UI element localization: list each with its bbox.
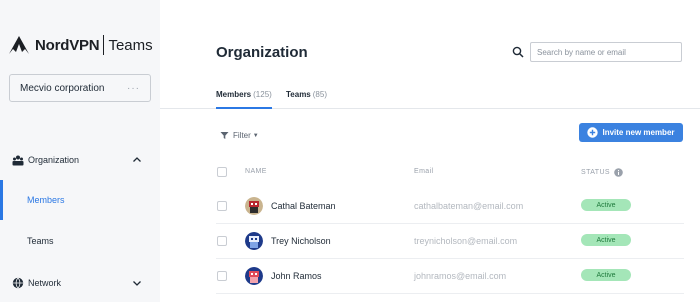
column-header-name[interactable]: NAME (245, 168, 267, 175)
column-header-email[interactable]: Email (414, 168, 434, 175)
organization-switcher[interactable]: Mecvio corporation ··· (9, 74, 151, 102)
brand-divider (103, 35, 105, 55)
member-name: John Ramos (271, 271, 322, 281)
column-header-status[interactable]: STATUS (581, 168, 623, 177)
status-badge: Active (581, 269, 631, 281)
sidebar: NordVPN Teams Mecvio corporation ··· Org… (0, 0, 160, 302)
organization-icon (12, 155, 24, 166)
filter-button[interactable]: Filter ▼ (220, 131, 259, 140)
nordvpn-logo-icon (9, 36, 29, 54)
tab-members[interactable]: Members (125) (216, 90, 272, 109)
row-checkbox[interactable] (217, 236, 227, 246)
organization-name: Mecvio corporation (20, 82, 105, 94)
brand[interactable]: NordVPN Teams (8, 34, 153, 56)
page-title: Organization (216, 44, 308, 61)
search-input[interactable] (530, 42, 682, 62)
member-name: Trey Nicholson (271, 236, 331, 246)
filter-icon (220, 132, 229, 139)
search-icon[interactable] (512, 46, 524, 58)
tab-label: Teams (286, 90, 311, 99)
brand-product: Teams (108, 36, 153, 54)
column-header-status-label: STATUS (581, 169, 610, 176)
select-all-checkbox[interactable] (217, 167, 227, 177)
invite-new-member-button[interactable]: Invite new member (579, 123, 683, 142)
avatar (245, 267, 263, 285)
table-row[interactable]: Trey Nicholson treynicholson@email.com A… (216, 224, 684, 259)
nav-group-label: Organization (28, 155, 80, 165)
info-icon[interactable] (614, 168, 623, 177)
status-badge: Active (581, 234, 631, 246)
filter-label: Filter (233, 131, 251, 140)
chevron-up-icon[interactable] (132, 155, 142, 165)
tab-count: (85) (312, 90, 327, 99)
invite-label: Invite new member (602, 128, 675, 137)
tab-count: (125) (253, 90, 272, 99)
network-icon (12, 277, 24, 289)
tab-teams[interactable]: Teams (85) (286, 90, 327, 109)
nav-group-organization[interactable]: Organization (12, 154, 142, 166)
nav-group-label: Network (28, 278, 62, 288)
sidebar-item-teams[interactable]: Teams (0, 221, 160, 261)
row-checkbox[interactable] (217, 201, 227, 211)
table-row[interactable]: John Ramos johnramos@email.com Active (216, 259, 684, 294)
member-name: Cathal Bateman (271, 201, 336, 211)
tab-label: Members (216, 90, 252, 99)
status-badge: Active (581, 199, 631, 211)
member-email: johnramos@email.com (414, 271, 507, 281)
table-row[interactable]: Cathal Bateman cathalbateman@email.com A… (216, 189, 684, 224)
chevron-down-icon[interactable] (132, 278, 142, 288)
member-email: treynicholson@email.com (414, 236, 518, 246)
nav-group-network[interactable]: Network (12, 277, 142, 289)
avatar (245, 197, 263, 215)
sidebar-item-members[interactable]: Members (0, 180, 160, 220)
brand-name: NordVPN (35, 36, 100, 54)
more-icon[interactable]: ··· (127, 83, 140, 94)
row-checkbox[interactable] (217, 271, 227, 281)
caret-down-icon: ▼ (252, 132, 259, 139)
member-email: cathalbateman@email.com (414, 201, 524, 211)
avatar (245, 232, 263, 250)
plus-circle-icon (587, 127, 599, 138)
